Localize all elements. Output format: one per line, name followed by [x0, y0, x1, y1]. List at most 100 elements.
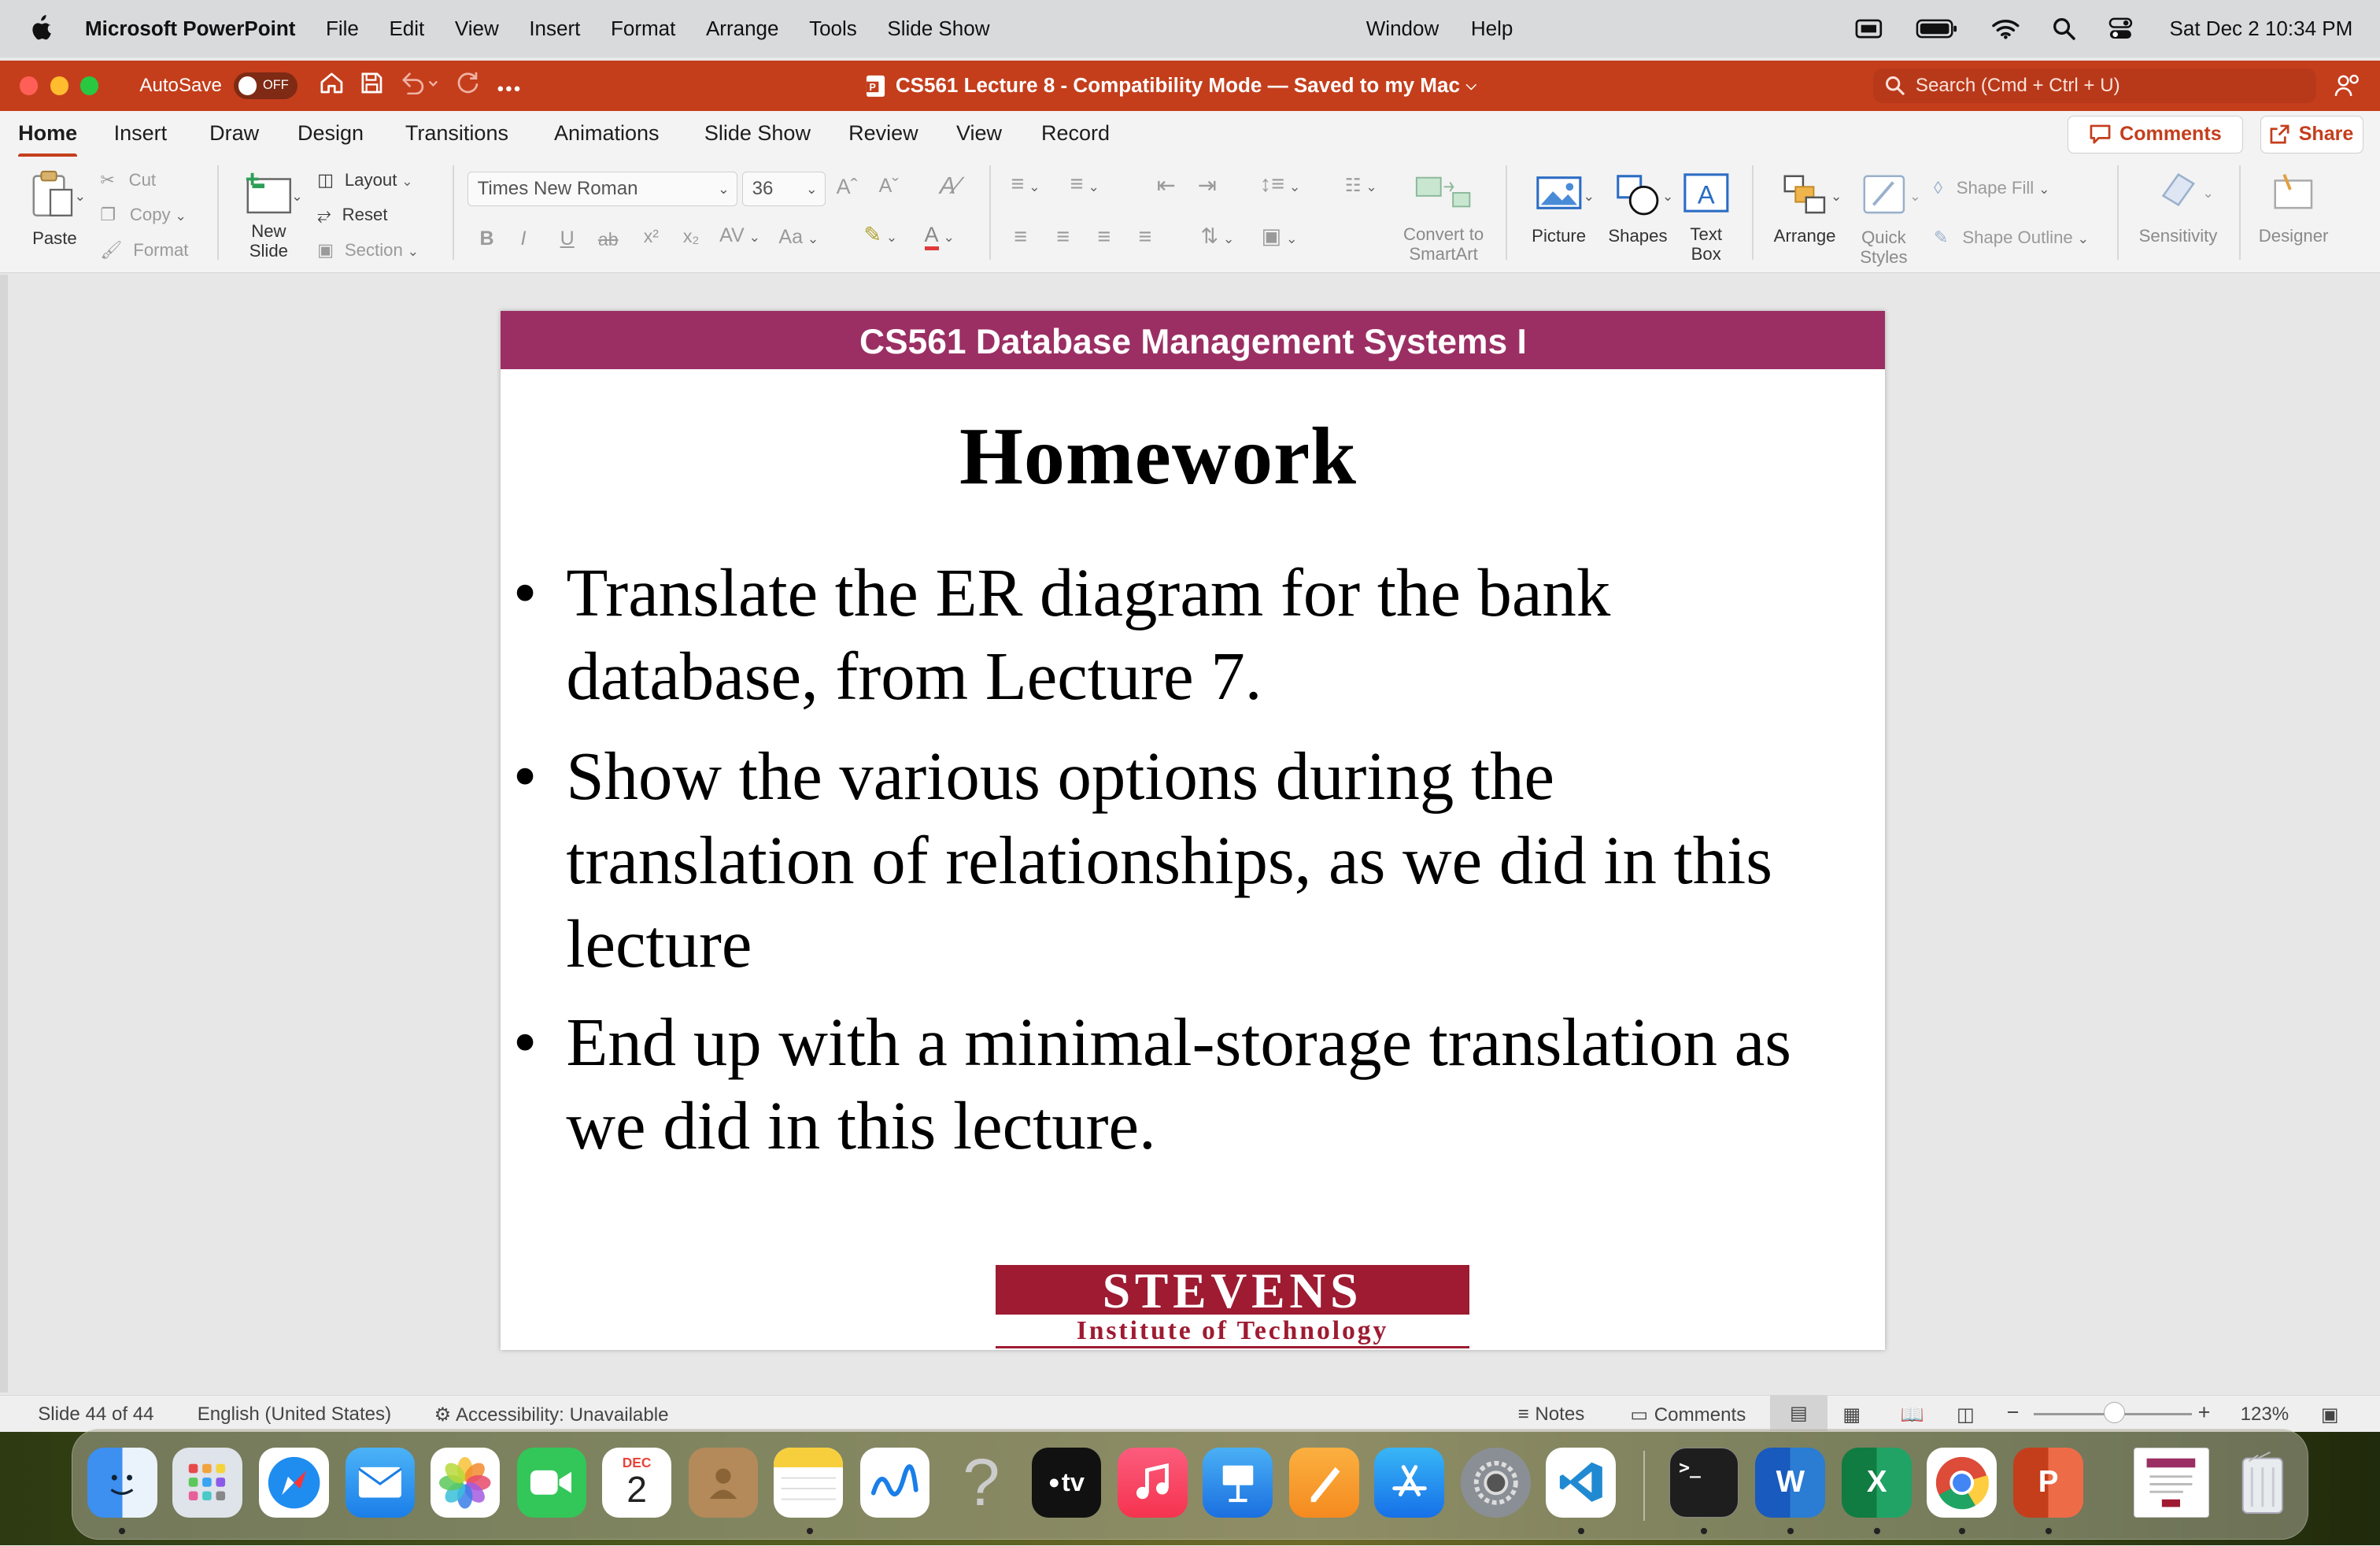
- picture-button[interactable]: ⌄ Picture: [1522, 172, 1595, 246]
- powerpoint-icon[interactable]: P: [2013, 1447, 2084, 1518]
- section-button[interactable]: ▣ Section ⌄: [317, 240, 419, 261]
- font-size-select[interactable]: 36 ⌄: [742, 171, 826, 207]
- line-spacing-icon[interactable]: ↕≡ ⌄: [1260, 172, 1301, 198]
- bullet-item[interactable]: • End up with a minimal-storage translati…: [513, 1000, 1849, 1167]
- paste-button[interactable]: ⌄ Paste: [24, 168, 86, 249]
- save-icon[interactable]: [360, 71, 384, 102]
- reset-button[interactable]: ⥂ Reset: [317, 205, 387, 225]
- stevens-logo[interactable]: STEVENS Institute of Technology: [996, 1264, 1469, 1348]
- underline-icon[interactable]: U: [560, 227, 575, 250]
- document-thumbnail-icon[interactable]: [2133, 1447, 2210, 1518]
- share-button[interactable]: Share: [2260, 115, 2363, 153]
- tab-animations[interactable]: Animations: [554, 121, 660, 146]
- increase-font-size-icon[interactable]: Aˆ: [837, 175, 858, 199]
- notes-app-icon[interactable]: [773, 1447, 844, 1518]
- sensitivity-button[interactable]: ⌄ Sensitivity: [2133, 168, 2224, 246]
- trash-icon[interactable]: [2227, 1448, 2297, 1518]
- quick-styles-button[interactable]: ⌄ Quick Styles: [1849, 172, 1921, 267]
- vscode-icon[interactable]: [1546, 1447, 1616, 1518]
- search-input[interactable]: Search (Cmd + Ctrl + U): [1872, 68, 2317, 104]
- language-indicator[interactable]: English (United States): [198, 1404, 391, 1426]
- slide-canvas[interactable]: CS561 Database Management Systems I Home…: [501, 311, 1886, 1350]
- tab-draw[interactable]: Draw: [209, 121, 259, 146]
- tab-review[interactable]: Review: [848, 121, 918, 146]
- apple-logo-icon[interactable]: [29, 15, 54, 43]
- undo-icon[interactable]: [399, 71, 438, 102]
- photos-icon[interactable]: [430, 1447, 501, 1518]
- menu-view[interactable]: View: [455, 17, 499, 41]
- zoom-window-button[interactable]: [80, 76, 99, 95]
- arrange-button[interactable]: ⌄ Arrange: [1767, 172, 1842, 246]
- layout-button[interactable]: ◫ Layout ⌄: [317, 170, 413, 190]
- align-right-icon[interactable]: ≡: [1097, 224, 1111, 250]
- system-settings-icon[interactable]: [1461, 1447, 1531, 1518]
- menu-insert[interactable]: Insert: [529, 17, 580, 41]
- contacts-icon[interactable]: [688, 1447, 759, 1518]
- app-menu[interactable]: Microsoft PowerPoint: [85, 17, 295, 41]
- tab-view[interactable]: View: [956, 121, 1002, 146]
- launchpad-icon[interactable]: [172, 1447, 242, 1518]
- zoom-in-button[interactable]: +: [2198, 1400, 2211, 1425]
- redo-icon[interactable]: [454, 71, 482, 102]
- zoom-out-button[interactable]: −: [2007, 1400, 2020, 1425]
- tab-home[interactable]: Home: [18, 121, 77, 158]
- menu-help[interactable]: Help: [1471, 17, 1513, 41]
- excel-icon[interactable]: X: [1842, 1447, 1913, 1518]
- word-icon[interactable]: W: [1755, 1447, 1826, 1518]
- copy-button[interactable]: ❐ Copy ⌄: [100, 205, 187, 225]
- minimize-window-button[interactable]: [50, 76, 68, 95]
- apple-tv-icon[interactable]: ● tv: [1031, 1447, 1102, 1518]
- shape-fill-button[interactable]: ◊ Shape Fill ⌄: [1934, 178, 2050, 198]
- document-title[interactable]: P CS561 Lecture 8 - Compatibility Mode —…: [865, 61, 1476, 111]
- superscript-icon[interactable]: x²: [644, 226, 659, 247]
- zoom-slider-thumb[interactable]: [2104, 1402, 2126, 1424]
- zoom-level[interactable]: 123%: [2241, 1404, 2289, 1426]
- designer-button[interactable]: Designer: [2254, 168, 2333, 246]
- strikethrough-icon[interactable]: ab: [598, 229, 619, 250]
- justify-icon[interactable]: ≡: [1138, 224, 1151, 250]
- change-case-icon[interactable]: Aa ⌄: [778, 226, 819, 249]
- question-mark-icon[interactable]: ?: [947, 1448, 1017, 1518]
- tab-transitions[interactable]: Transitions: [405, 121, 508, 146]
- clear-formatting-icon[interactable]: A∕: [940, 172, 960, 200]
- increase-indent-icon[interactable]: ⇥: [1198, 172, 1217, 199]
- calendar-icon[interactable]: DEC 2: [601, 1447, 672, 1518]
- close-window-button[interactable]: [20, 76, 39, 95]
- thumbnail-pane-edge[interactable]: [0, 275, 8, 1393]
- notes-button[interactable]: ≡ Notes: [1518, 1404, 1585, 1426]
- safari-icon[interactable]: [258, 1447, 329, 1518]
- slide-counter[interactable]: Slide 44 of 44: [38, 1404, 153, 1426]
- slide-show-view-button[interactable]: ◫: [1957, 1404, 1975, 1426]
- slide-header-banner[interactable]: CS561 Database Management Systems I: [501, 311, 1886, 369]
- text-direction-icon[interactable]: ⇅ ⌄: [1201, 224, 1235, 249]
- bullet-item[interactable]: • Show the various options during the tra…: [513, 734, 1849, 985]
- align-text-icon[interactable]: ▣ ⌄: [1262, 224, 1298, 249]
- home-icon[interactable]: [319, 71, 345, 102]
- wifi-icon[interactable]: [1992, 18, 2020, 39]
- music-icon[interactable]: [1118, 1447, 1188, 1518]
- new-slide-button[interactable]: ⌄ New Slide: [234, 168, 304, 261]
- chrome-icon[interactable]: [1927, 1447, 1998, 1518]
- menu-window[interactable]: Window: [1366, 17, 1439, 41]
- keyboard-input-icon[interactable]: [1855, 19, 1883, 39]
- shapes-button[interactable]: ⌄ Shapes: [1602, 172, 1675, 246]
- slide-sorter-button[interactable]: ▦: [1842, 1404, 1861, 1426]
- convert-to-smartart-button[interactable]: Convert to SmartArt: [1393, 172, 1493, 264]
- tab-record[interactable]: Record: [1041, 121, 1110, 146]
- menu-file[interactable]: File: [326, 17, 359, 41]
- autosave-toggle[interactable]: OFF: [234, 72, 298, 100]
- keynote-icon[interactable]: [1203, 1447, 1273, 1518]
- more-icon[interactable]: [497, 72, 521, 100]
- mail-icon[interactable]: [345, 1447, 416, 1518]
- fit-to-window-icon[interactable]: ▣: [2321, 1404, 2339, 1426]
- control-center-icon[interactable]: [2108, 17, 2133, 40]
- numbering-icon[interactable]: ≡ ⌄: [1070, 172, 1099, 198]
- shape-outline-button[interactable]: ✎ Shape Outline ⌄: [1934, 227, 2089, 248]
- tab-insert[interactable]: Insert: [114, 121, 168, 146]
- menu-edit[interactable]: Edit: [389, 17, 424, 41]
- pages-icon[interactable]: [1289, 1447, 1360, 1518]
- subscript-icon[interactable]: x₂: [683, 226, 700, 247]
- align-left-icon[interactable]: ≡: [1014, 224, 1027, 250]
- comments-button[interactable]: Comments: [2067, 115, 2244, 153]
- menu-format[interactable]: Format: [611, 17, 675, 41]
